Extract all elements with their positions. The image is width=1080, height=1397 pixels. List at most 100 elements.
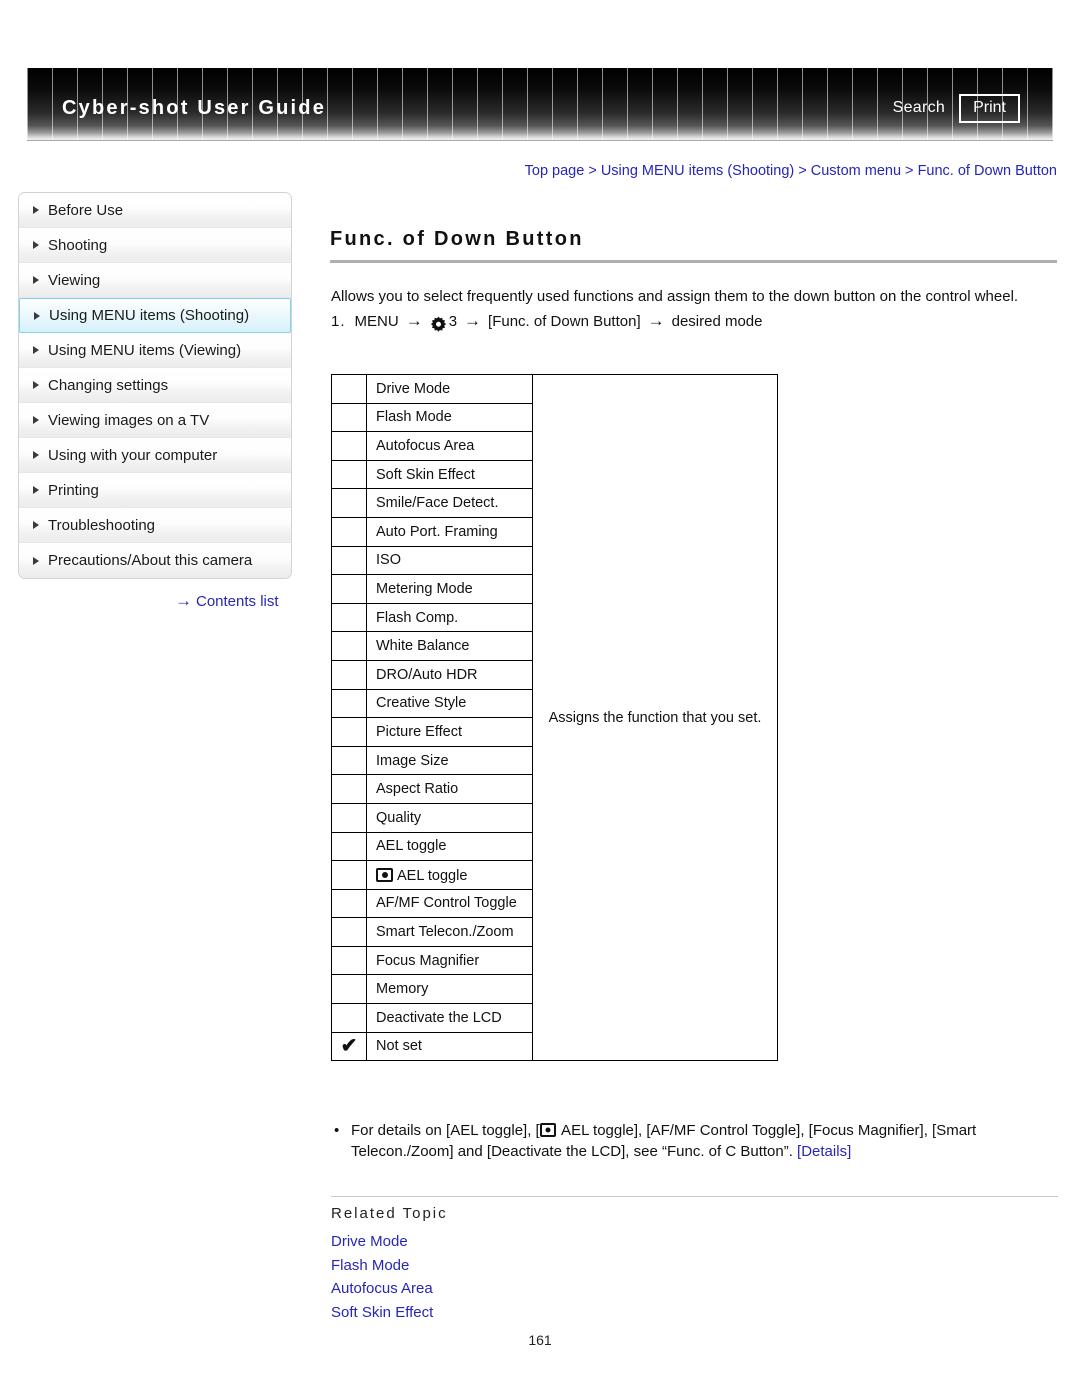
header-title: Cyber-shot User Guide [62, 97, 327, 119]
sidebar-item-viewing-images-on-a-tv[interactable]: Viewing images on a TV [19, 403, 291, 438]
row-name-label: Creative Style [376, 695, 467, 712]
breadcrumb-item-2[interactable]: Custom menu [811, 163, 901, 179]
row-name-cell: Focus Magnifier [366, 945, 533, 976]
row-name-label: AEL toggle [397, 867, 468, 884]
row-check-cell [331, 516, 367, 547]
contents-list-link[interactable]: → Contents list [175, 591, 279, 610]
sidebar-item-label: Using MENU items (Shooting) [49, 307, 250, 324]
breadcrumb-separator: > [794, 163, 811, 179]
row-check-cell [331, 774, 367, 804]
row-name-label: AF/MF Control Toggle [376, 895, 517, 912]
related-divider [331, 1196, 1058, 1197]
step-menu-label: MENU [354, 313, 399, 330]
breadcrumb-item-1[interactable]: Using MENU items (Shooting) [601, 163, 794, 179]
row-name-cell: Creative Style [366, 688, 533, 719]
row-name-cell: Flash Comp. [366, 602, 533, 633]
arrow-right-icon: → [647, 311, 665, 330]
row-check-cell [331, 659, 367, 690]
breadcrumb-separator: > [901, 163, 918, 179]
arrow-right-icon: → [405, 311, 423, 330]
sidebar-item-before-use[interactable]: Before Use [19, 193, 291, 228]
row-name-label: ISO [376, 552, 401, 569]
sidebar-item-label: Viewing [48, 271, 101, 289]
sidebar-item-shooting[interactable]: Shooting [19, 228, 291, 263]
row-name-label: Image Size [376, 752, 449, 769]
table-row[interactable]: Drive Mode Assigns the function that you … [331, 373, 778, 1062]
sidebar-item-using-with-your-computer[interactable]: Using with your computer [19, 438, 291, 473]
row-name-cell: Picture Effect [366, 717, 533, 747]
row-check-cell [331, 602, 367, 633]
row-check-cell [331, 802, 367, 833]
row-name-label: Drive Mode [376, 380, 451, 397]
triangle-right-icon [33, 556, 39, 565]
related-topic-link[interactable]: Drive Mode [331, 1230, 731, 1254]
sidebar-item-precautions-about-this-camera[interactable]: Precautions/About this camera [19, 543, 291, 578]
row-check-cell [331, 831, 367, 862]
page-title: Func. of Down Button [330, 228, 584, 250]
row-name-label: Deactivate the LCD [376, 1009, 502, 1026]
row-check-cell [331, 974, 367, 1005]
sidebar-nav: Before Use Shooting Viewing Using MENU item… [18, 192, 292, 579]
triangle-right-icon [33, 486, 39, 494]
row-name-cell: Smile/Face Detect. [366, 488, 533, 518]
sidebar-item-changing-settings[interactable]: Changing settings [19, 368, 291, 403]
step-instruction: 1. MENU → 3 → [Func. of Down Button] → d… [331, 311, 763, 332]
step-number: 1. [331, 313, 346, 330]
details-link[interactable]: [Details] [797, 1143, 851, 1160]
print-button[interactable]: Print [959, 94, 1020, 123]
breadcrumb-separator: > [584, 163, 601, 179]
row-name-label: AEL toggle [376, 838, 447, 855]
row-name-cell: Soft Skin Effect [366, 459, 533, 490]
row-check-cell [331, 717, 367, 747]
row-name-cell: Flash Mode [366, 402, 533, 433]
sidebar-item-using-menu-items-viewing[interactable]: Using MENU items (Viewing) [19, 333, 291, 368]
row-name-cell: Deactivate the LCD [366, 1003, 533, 1033]
related-topic-link[interactable]: Soft Skin Effect [331, 1301, 731, 1325]
breadcrumb-item-3[interactable]: Func. of Down Button [918, 163, 1057, 179]
sidebar-item-troubleshooting[interactable]: Troubleshooting [19, 508, 291, 543]
row-name-cell: ISO [366, 545, 533, 576]
row-name-label: Auto Port. Framing [376, 523, 498, 540]
triangle-right-icon [34, 311, 40, 320]
row-name-label: Aspect Ratio [376, 781, 459, 798]
row-name-cell: Drive Mode [366, 374, 533, 404]
row-name-cell: AEL toggle [366, 831, 533, 862]
row-name-cell: Image Size [366, 745, 533, 776]
related-topic-heading: Related Topic [331, 1205, 448, 1222]
row-name-label: Metering Mode [376, 580, 473, 597]
row-check-cell [331, 459, 367, 490]
header-actions: Search Print [893, 94, 1020, 123]
sidebar-item-label: Precautions/About this camera [48, 552, 253, 569]
row-name-label: Quality [376, 809, 422, 826]
triangle-right-icon [33, 346, 39, 354]
row-check-cell [331, 945, 367, 976]
sidebar-item-label: Printing [48, 481, 99, 499]
row-name-cell: DRO/Auto HDR [366, 659, 533, 690]
row-name-label: Smart Telecon./Zoom [376, 924, 514, 941]
row-check-cell [331, 917, 367, 947]
row-check-cell [331, 888, 367, 919]
row-check-cell [331, 745, 367, 776]
search-button[interactable]: Search [893, 99, 946, 117]
row-name-cell: Aspect Ratio [366, 774, 533, 804]
row-check-cell [331, 431, 367, 461]
row-name-cell: Smart Telecon./Zoom [366, 917, 533, 947]
sidebar-item-viewing[interactable]: Viewing [19, 263, 291, 298]
sidebar-item-label: Viewing images on a TV [48, 411, 210, 429]
row-name-cell: AF/MF Control Toggle [366, 888, 533, 919]
bullet-icon: • [334, 1122, 340, 1139]
row-name-label: DRO/Auto HDR [376, 666, 478, 683]
sidebar-item-using-menu-items-shooting[interactable]: Using MENU items (Shooting) [19, 298, 291, 333]
arrow-right-icon: → [175, 591, 192, 610]
row-name-label: Soft Skin Effect [376, 466, 475, 483]
breadcrumb-item-0[interactable]: Top page [525, 163, 585, 179]
row-description-cell: Assigns the function that you set. [532, 373, 778, 1062]
related-topic-link[interactable]: Flash Mode [331, 1254, 731, 1278]
arrow-right-icon: → [464, 311, 482, 330]
row-name-label: Focus Magnifier [376, 952, 480, 969]
triangle-right-icon [33, 521, 39, 529]
step-target-label: [Func. of Down Button] [488, 313, 641, 330]
related-topic-link[interactable]: Autofocus Area [331, 1277, 731, 1301]
row-name-cell: White Balance [366, 631, 533, 661]
sidebar-item-printing[interactable]: Printing [19, 473, 291, 508]
